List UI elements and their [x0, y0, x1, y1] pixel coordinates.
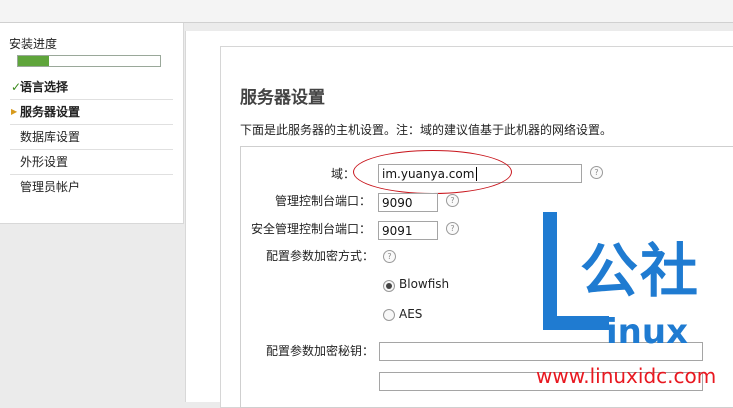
step-server-settings: ▶ 服务器设置 [10, 100, 173, 125]
page-description: 下面是此服务器的主机设置。注：域的建议值基于此机器的网络设置。 [240, 123, 613, 137]
aes-label: AES [399, 307, 423, 321]
install-progress-fill [18, 56, 50, 66]
step-database: 数据库设置 [10, 125, 173, 150]
step-label: 服务器设置 [20, 105, 81, 119]
install-progress-bar [17, 55, 161, 67]
install-progress-sidebar: 安装进度 ✓ 语言选择 ▶ 服务器设置 数据库设置 外形设置 管理员帐户 [0, 23, 184, 224]
help-icon[interactable]: ? [446, 222, 459, 235]
text-cursor [476, 167, 477, 181]
blowfish-label: Blowfish [399, 277, 450, 291]
step-label: 管理员帐户 [20, 180, 81, 194]
watermark-inux-text: inux [606, 312, 688, 352]
admin-port-input[interactable]: 9090 [378, 193, 438, 212]
check-icon: ✓ [11, 80, 22, 94]
top-bar [0, 0, 733, 23]
current-arrow-icon: ▶ [11, 107, 18, 116]
step-label: 语言选择 [20, 80, 69, 94]
step-language: ✓ 语言选择 [10, 75, 173, 100]
admin-port-label: 管理控制台端口： [274, 194, 371, 208]
page-title: 服务器设置 [240, 88, 325, 108]
step-admin-account: 管理员帐户 [10, 175, 173, 199]
watermark-l-base [543, 316, 609, 330]
watermark-gongshe-text: 公社 [580, 237, 701, 305]
highlight-ellipse [353, 150, 512, 194]
watermark-url: www.linuxidc.com [536, 364, 717, 388]
help-icon[interactable]: ? [446, 194, 459, 207]
help-icon[interactable]: ? [590, 166, 603, 179]
step-list: ✓ 语言选择 ▶ 服务器设置 数据库设置 外形设置 管理员帐户 [0, 75, 183, 199]
help-icon[interactable]: ? [383, 250, 396, 263]
blowfish-radio[interactable] [383, 280, 395, 292]
encryption-method-label: 配置参数加密方式： [265, 249, 374, 263]
step-appearance: 外形设置 [10, 150, 173, 175]
watermark-l-stroke [543, 212, 557, 330]
aes-radio[interactable] [383, 309, 395, 321]
secure-admin-port-input[interactable]: 9091 [378, 221, 438, 240]
progress-title: 安装进度 [9, 37, 58, 51]
encryption-key-label: 配置参数加密秘钥： [265, 344, 374, 358]
domain-label: 域： [330, 167, 355, 181]
step-label: 数据库设置 [20, 130, 81, 144]
secure-admin-port-label: 安全管理控制台端口： [250, 222, 371, 236]
step-label: 外形设置 [20, 155, 69, 169]
